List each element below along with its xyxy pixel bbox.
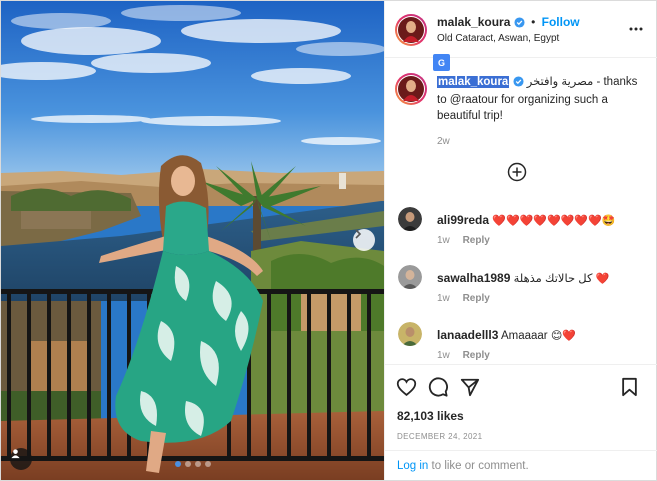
comment-text: sawalha1989 كل حالاتك مذهلة ❤️ — [437, 271, 609, 285]
comment-icon[interactable] — [428, 377, 448, 400]
heart-icon[interactable] — [396, 377, 417, 400]
location-link[interactable]: Old Cataract, Aswan, Egypt — [437, 33, 559, 44]
carousel-dot — [175, 461, 181, 467]
bookmark-icon[interactable] — [621, 377, 638, 400]
header-username[interactable]: malak_koura — [437, 15, 510, 29]
avatar-image — [398, 17, 424, 43]
post-window: malak_koura • Follow Old Cataract, Aswan… — [0, 0, 657, 481]
comment-timestamp: 1w — [437, 350, 450, 361]
commenter-avatar[interactable] — [398, 207, 422, 231]
comment-timestamp: 1w — [437, 235, 450, 246]
post-header: malak_koura • Follow Old Cataract, Aswan… — [385, 1, 657, 58]
post-caption: malak_koura مصرية وافتخر - thanks to @ra… — [437, 74, 647, 150]
login-prompt: Log in to like or comment. — [385, 450, 657, 480]
avatar-image — [398, 76, 424, 102]
reply-button[interactable]: Reply — [463, 350, 490, 361]
user-tag-icon[interactable] — [10, 448, 32, 470]
comment-meta: 1w Reply — [437, 350, 490, 361]
carousel-dot — [195, 461, 201, 467]
more-options-icon[interactable] — [629, 20, 643, 34]
caption-username[interactable]: malak_koura — [437, 76, 510, 88]
header-separator: • — [531, 15, 536, 29]
comment-emoji: 😊❤️ — [550, 330, 576, 342]
comment-username[interactable]: sawalha1989 — [437, 271, 510, 285]
next-arrow-icon[interactable] — [353, 229, 375, 251]
comment-text: lanaadelll3 Amaaaar 😊❤️ — [437, 328, 576, 342]
avatar[interactable] — [397, 16, 425, 44]
follow-button[interactable]: Follow — [542, 15, 580, 29]
carousel-indicator — [175, 461, 211, 467]
comment-timestamp: 1w — [437, 293, 450, 304]
comment-body: Amaaaar — [500, 330, 548, 342]
carousel-dot — [205, 461, 211, 467]
post-side-panel: malak_koura • Follow Old Cataract, Aswan… — [384, 1, 657, 480]
comment-body: كل حالاتك مذهلة — [513, 273, 593, 285]
commenter-avatar[interactable] — [398, 322, 422, 346]
caption-timestamp: 2w — [437, 136, 450, 147]
carousel-dot — [185, 461, 191, 467]
comment-username[interactable]: lanaadelll3 — [437, 328, 498, 342]
comment-username[interactable]: ali99reda — [437, 213, 489, 227]
post-date[interactable]: DECEMBER 24, 2021 — [397, 432, 483, 441]
photo-illustration — [1, 1, 384, 480]
load-more-icon[interactable] — [507, 162, 527, 185]
caption-avatar[interactable] — [397, 75, 425, 103]
likes-count[interactable]: 82,103 likes — [397, 409, 464, 423]
login-prompt-text: to like or comment. — [428, 460, 529, 472]
post-photo[interactable] — [1, 1, 384, 480]
reply-button[interactable]: Reply — [463, 293, 490, 304]
comment-item: ali99reda ❤️❤️❤️❤️❤️❤️❤️❤️🤩 1w Reply — [385, 207, 657, 263]
verified-badge-icon — [512, 76, 524, 92]
verified-badge-icon — [514, 17, 525, 31]
share-icon[interactable] — [460, 377, 480, 400]
post-actions: 82,103 likes DECEMBER 24, 2021 — [385, 364, 657, 464]
comment-meta: 1w Reply — [437, 235, 490, 246]
header-user-line: malak_koura • Follow — [437, 15, 580, 31]
comment-text: ali99reda ❤️❤️❤️❤️❤️❤️❤️❤️🤩 — [437, 213, 616, 227]
comment-emoji: ❤️❤️❤️❤️❤️❤️❤️❤️🤩 — [492, 215, 616, 227]
translate-icon[interactable]: G — [433, 54, 450, 71]
comment-meta: 1w Reply — [437, 293, 490, 304]
comment-emoji: ❤️ — [595, 273, 610, 285]
reply-button[interactable]: Reply — [463, 235, 490, 246]
commenter-avatar[interactable] — [398, 265, 422, 289]
login-link[interactable]: Log in — [397, 460, 428, 472]
comment-item: sawalha1989 كل حالاتك مذهلة ❤️ 1w Reply — [385, 265, 657, 321]
